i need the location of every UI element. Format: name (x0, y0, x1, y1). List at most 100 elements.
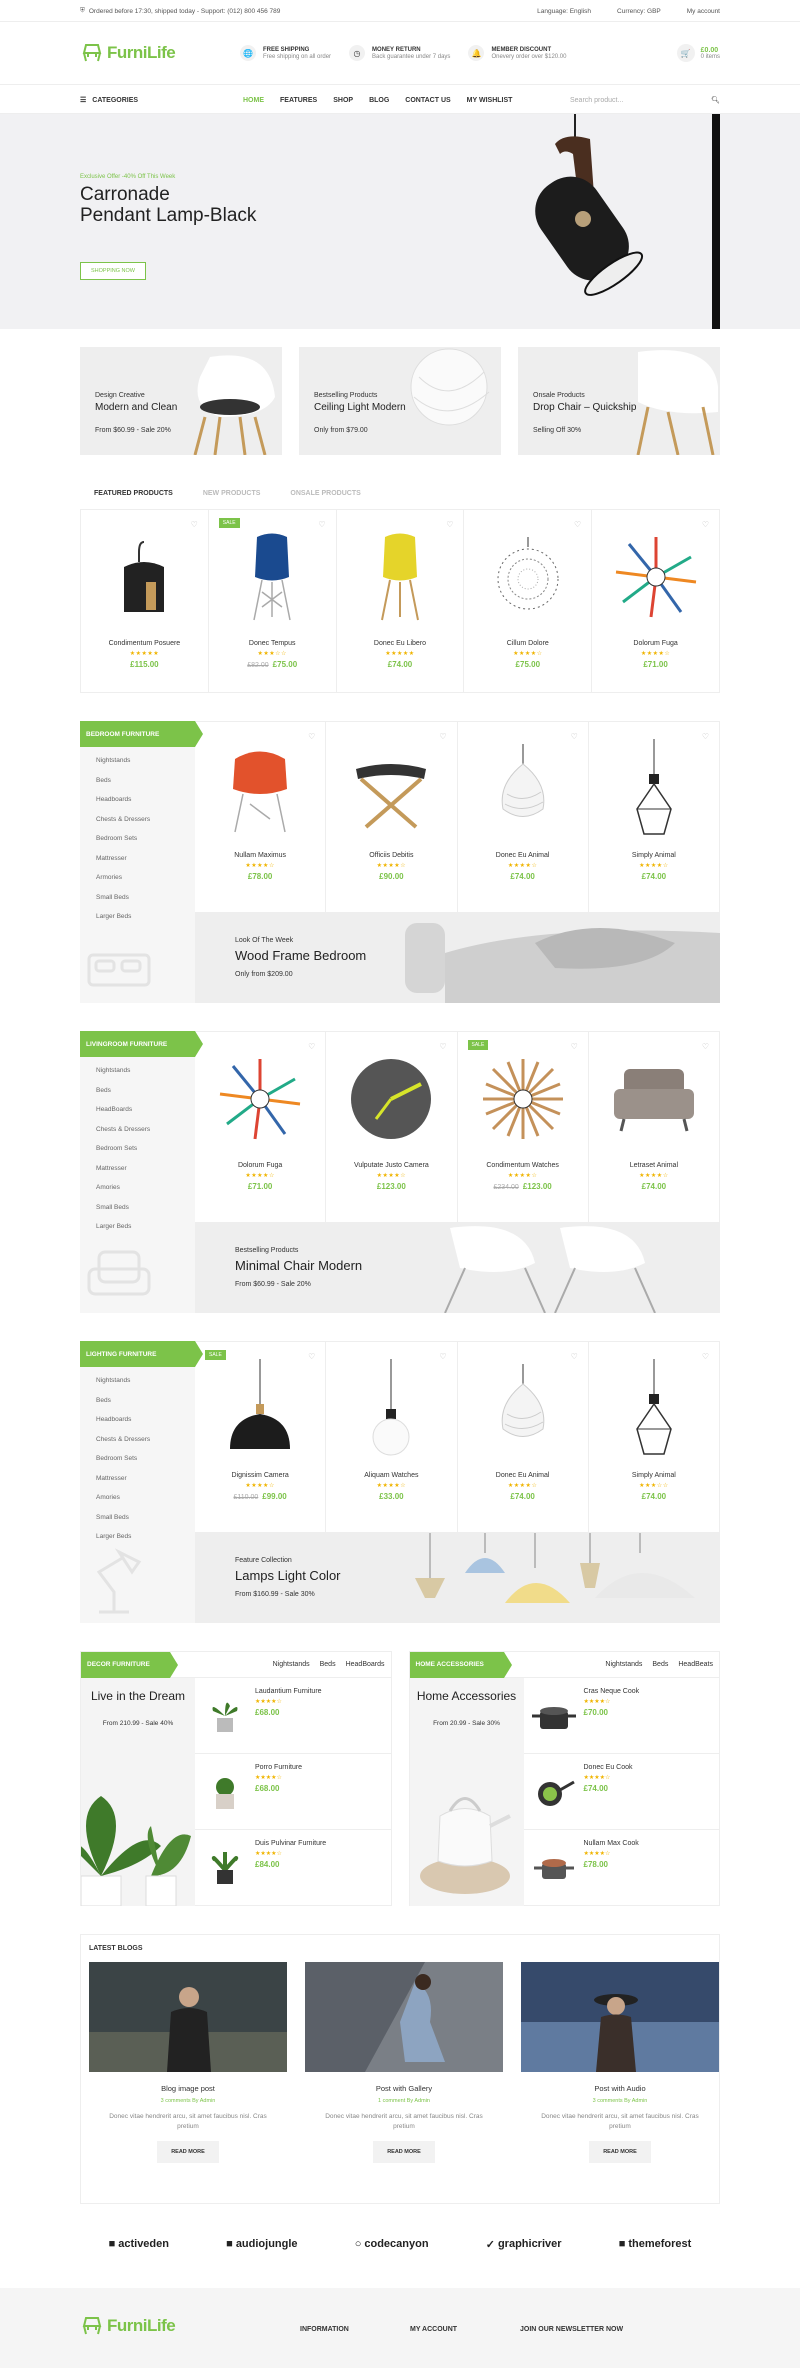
product-name[interactable]: Donec Tempus (209, 640, 336, 647)
banner-drop-chair[interactable]: Onsale Products Drop Chair – Quickship S… (518, 347, 720, 455)
product-card[interactable]: ♡ Simply Animal ★★★★☆ £74.00 (589, 722, 719, 912)
category-banner[interactable]: Feature Collection Lamps Light Color Fro… (195, 1533, 720, 1623)
blog-image[interactable] (305, 1962, 503, 2072)
product-card[interactable]: ♡ Nullam Maximus ★★★★☆ £78.00 (195, 722, 327, 912)
product-card[interactable]: SALE ♡ Dignissim Camera ★★★★☆ £110.00 £99… (195, 1342, 327, 1532)
category-link[interactable]: Headboards (80, 790, 195, 810)
product-card[interactable]: ♡ Simply Animal ★★★☆☆ £74.00 (589, 1342, 719, 1532)
home-link[interactable]: HeadBeats (678, 1661, 713, 1668)
category-link[interactable]: Chests & Dressers (80, 1120, 195, 1140)
product-card[interactable]: ♡ Donec Eu Animal ★★★★☆ £74.00 (458, 1342, 589, 1532)
product-name[interactable]: Donec Eu Animal (458, 852, 588, 859)
product-list-item[interactable]: Nullam Max Cook ★★★★☆ £78.00 (524, 1830, 720, 1906)
heart-icon[interactable]: ♡ (702, 1352, 709, 1361)
product-name[interactable]: Porro Furniture (255, 1764, 302, 1771)
category-link[interactable]: Larger Beds (80, 907, 195, 927)
blog-title[interactable]: Post with Gallery (305, 2084, 503, 2093)
decor-link[interactable]: HeadBoards (346, 1661, 385, 1668)
product-name[interactable]: Letraset Animal (589, 1162, 719, 1169)
nav-shop[interactable]: SHOP (325, 97, 361, 104)
category-link[interactable]: Armories (80, 868, 195, 888)
product-card[interactable]: SALE ♡ Condimentum Watches ★★★★☆ £234.00… (458, 1032, 589, 1222)
brand-logo[interactable]: ✓ graphicriver (486, 2238, 562, 2251)
product-card[interactable]: ♡ Donec Eu Libero ★★★★★ £74.00 (337, 510, 465, 692)
shop-now-button[interactable]: SHOPPING NOW (80, 262, 147, 280)
product-card[interactable]: ♡ Condimentum Posuere ★★★★★ £115.00 (81, 510, 209, 692)
banner-modern-clean[interactable]: Design Creative Modern and Clean From $6… (80, 347, 282, 455)
heart-icon[interactable]: ♡ (571, 1352, 578, 1361)
decor-banner[interactable]: Live in the Dream From 210.99 - Sale 40% (81, 1678, 195, 1906)
currency-select[interactable]: Currency: GBP (617, 8, 661, 15)
category-link[interactable]: Beds (80, 771, 195, 791)
category-link[interactable]: Nightstands (80, 751, 195, 771)
home-banner[interactable]: Home Accessories From 20.99 - Sale 30% (409, 1678, 524, 1906)
my-account-link[interactable]: My account (687, 8, 720, 15)
heart-icon[interactable]: ♡ (308, 732, 315, 741)
blog-title[interactable]: Blog image post (89, 2084, 287, 2093)
category-link[interactable]: Chests & Dressers (80, 810, 195, 830)
tab-new[interactable]: NEW PRODUCTS (203, 490, 261, 509)
heart-icon[interactable]: ♡ (439, 1352, 446, 1361)
product-list-item[interactable]: Donec Eu Cook ★★★★☆ £74.00 (523, 1754, 719, 1830)
logo[interactable]: FurniLife (80, 41, 220, 65)
category-link[interactable]: Amories (80, 1178, 195, 1198)
footer-logo[interactable]: FurniLife (80, 2314, 300, 2338)
product-name[interactable]: Dolorum Fuga (592, 640, 719, 647)
category-link[interactable]: Mattresser (80, 1159, 195, 1179)
product-name[interactable]: Nullam Max Cook (584, 1840, 639, 1847)
tab-featured[interactable]: FEATURED PRODUCTS (94, 490, 173, 509)
read-more-button[interactable]: READ MORE (589, 2141, 651, 2163)
product-card[interactable]: ♡ Dolorum Fuga ★★★★☆ £71.00 (195, 1032, 327, 1222)
tab-onsale[interactable]: ONSALE PRODUCTS (290, 490, 360, 509)
cart-button[interactable]: 🛒 £0.00 0 items (676, 44, 720, 62)
decor-link[interactable]: Beds (320, 1661, 336, 1668)
product-card[interactable]: ♡ Aliquam Watches ★★★★☆ £33.00 (326, 1342, 458, 1532)
brand-logo[interactable]: ■ themeforest (619, 2238, 692, 2250)
category-link[interactable]: Headboards (80, 1410, 195, 1430)
product-card[interactable]: ♡ Letraset Animal ★★★★☆ £74.00 (589, 1032, 719, 1222)
nav-blog[interactable]: BLOG (361, 97, 397, 104)
nav-home[interactable]: HOME (235, 97, 272, 104)
read-more-button[interactable]: READ MORE (373, 2141, 435, 2163)
product-name[interactable]: Vulputate Justo Camera (326, 1162, 456, 1169)
product-name[interactable]: Simply Animal (589, 852, 719, 859)
product-name[interactable]: Condimentum Posuere (81, 640, 208, 647)
nav-features[interactable]: FEATURES (272, 97, 325, 104)
product-name[interactable]: Simply Animal (589, 1472, 719, 1479)
heart-icon[interactable]: ♡ (318, 520, 325, 529)
heart-icon[interactable]: ♡ (702, 520, 709, 529)
heart-icon[interactable]: ♡ (439, 732, 446, 741)
read-more-button[interactable]: READ MORE (157, 2141, 219, 2163)
product-list-item[interactable]: Porro Furniture ★★★★☆ £68.00 (195, 1754, 391, 1830)
category-link[interactable]: Small Beds (80, 888, 195, 908)
home-link[interactable]: Beds (652, 1661, 668, 1668)
product-name[interactable]: Donec Eu Libero (337, 640, 464, 647)
product-name[interactable]: Cillum Dolore (464, 640, 591, 647)
category-link[interactable]: Chests & Dressers (80, 1430, 195, 1450)
category-link[interactable]: Bedroom Sets (80, 1449, 195, 1469)
heart-icon[interactable]: ♡ (308, 1352, 315, 1361)
product-card[interactable]: ♡ Vulputate Justo Camera ★★★★☆ £123.00 (326, 1032, 458, 1222)
product-card[interactable]: SALE ♡ Donec Tempus ★★★☆☆ £82.00 £75.00 (209, 510, 337, 692)
category-link[interactable]: Bedroom Sets (80, 1139, 195, 1159)
category-link[interactable]: Beds (80, 1081, 195, 1101)
heart-icon[interactable]: ♡ (191, 520, 198, 529)
category-link[interactable]: HeadBoards (80, 1100, 195, 1120)
category-link[interactable]: Amories (80, 1488, 195, 1508)
blog-image[interactable] (521, 1962, 719, 2072)
category-link[interactable]: Small Beds (80, 1508, 195, 1528)
product-name[interactable]: Officiis Debitis (326, 852, 456, 859)
product-name[interactable]: Aliquam Watches (326, 1472, 456, 1479)
banner-ceiling-light[interactable]: Bestselling Products Ceiling Light Moder… (299, 347, 501, 455)
nav-contact[interactable]: CONTACT US (397, 97, 458, 104)
heart-icon[interactable]: ♡ (308, 1042, 315, 1051)
category-link[interactable]: Mattresser (80, 849, 195, 869)
product-card[interactable]: ♡ Officiis Debitis ★★★★☆ £90.00 (326, 722, 458, 912)
product-list-item[interactable]: Cras Neque Cook ★★★★☆ £70.00 (523, 1678, 719, 1754)
decor-link[interactable]: Nightstands (273, 1661, 310, 1668)
heart-icon[interactable]: ♡ (702, 1042, 709, 1051)
search-icon[interactable]: 🔍︎ (711, 96, 720, 104)
product-name[interactable]: Laudantium Furniture (255, 1688, 322, 1695)
product-list-item[interactable]: Laudantium Furniture ★★★★☆ £68.00 (195, 1678, 391, 1754)
product-card[interactable]: ♡ Cillum Dolore ★★★★☆ £75.00 (464, 510, 593, 692)
